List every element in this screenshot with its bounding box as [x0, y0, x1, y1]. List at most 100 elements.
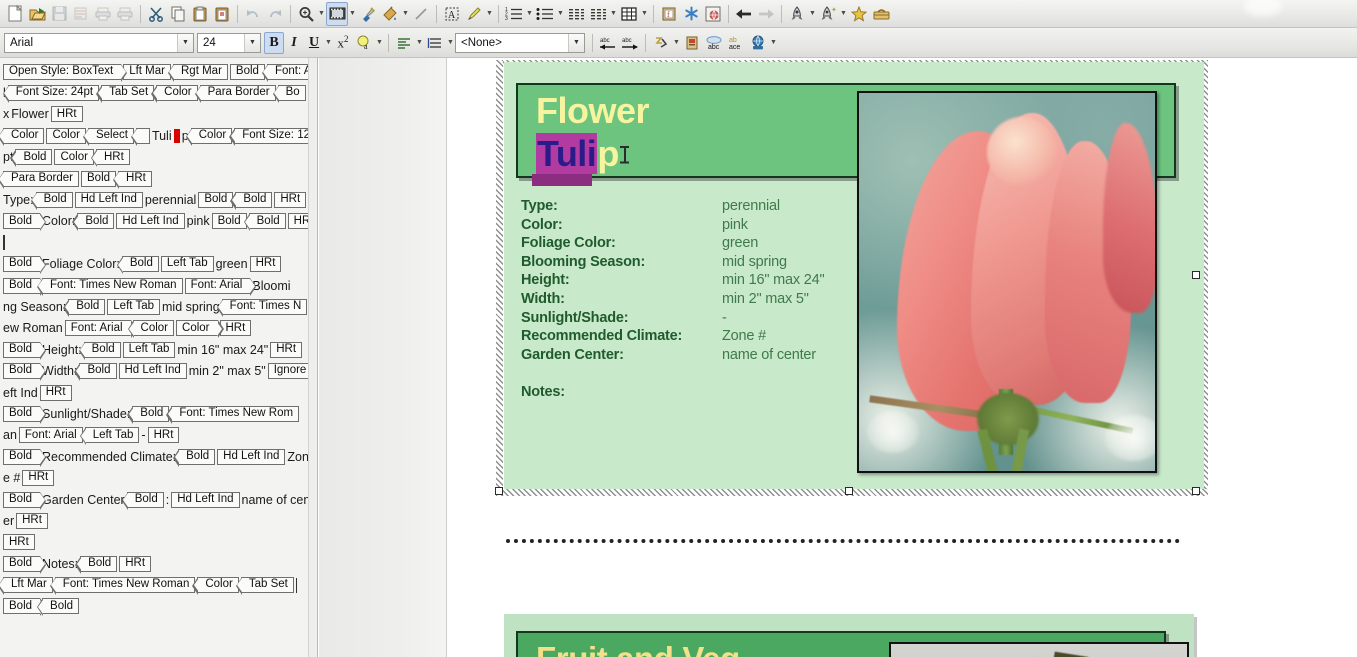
reveal-codes-line[interactable]: Bold Foliage Color: Bold Left Tab green HRt: [0, 254, 317, 275]
reveal-codes-line[interactable]: er HRt: [0, 510, 317, 531]
reveal-code-chip[interactable]: HRt: [147, 427, 180, 444]
reveal-codes-line[interactable]: ng Season: Bold Left Tab mid spring Font: Ti…: [0, 296, 317, 317]
reveal-code-chip[interactable]: HRt: [249, 256, 282, 273]
paste-icon[interactable]: [189, 2, 211, 26]
reveal-code-chip[interactable]: Bold: [74, 363, 117, 382]
reveal-code-chip[interactable]: Font: Times New Roman: [37, 277, 183, 296]
reveal-code-chip[interactable]: Bold: [173, 448, 216, 467]
numbered-list-icon[interactable]: 123: [503, 2, 525, 26]
reveal-code-chip[interactable]: Bold: [3, 448, 47, 467]
reveal-code-chip[interactable]: Open Style: BoxText: [3, 63, 128, 82]
reveal-codes-line[interactable]: lFont Size: 24ptTab SetColorPara BorderB…: [0, 82, 317, 104]
spell-check-icon[interactable]: abc: [703, 31, 725, 55]
selection-handle-bottom-left[interactable]: [495, 487, 503, 495]
reveal-code-chip[interactable]: Color: [185, 127, 233, 146]
reveal-code-chip[interactable]: Bold: [198, 192, 234, 209]
underline-button[interactable]: U: [304, 32, 324, 54]
reveal-codes-line[interactable]: e # HRt: [0, 467, 317, 488]
redo-icon[interactable]: [264, 2, 286, 26]
reveal-code-chip[interactable]: Bold: [3, 277, 47, 296]
reveal-code-chip[interactable]: Para Border: [0, 170, 80, 189]
reveal-code-chip[interactable]: Font: Times N: [216, 298, 308, 317]
highlighter-pen-icon[interactable]: [463, 2, 485, 26]
asterisk-icon[interactable]: [680, 2, 702, 26]
reveal-code-chip[interactable]: HRt: [3, 534, 35, 551]
chevron-down-icon[interactable]: [324, 31, 333, 55]
selection-frame-left[interactable]: [496, 60, 503, 496]
internet-publish-icon[interactable]: [747, 31, 769, 55]
symbol-icon[interactable]: [650, 31, 672, 55]
reveal-codes-line[interactable]: Bold Garden Center Bold: Hd Left Ind name of…: [0, 489, 317, 510]
chevron-down-icon[interactable]: [808, 2, 817, 26]
reveal-code-chip[interactable]: HRt: [274, 192, 307, 209]
reveal-codes-line[interactable]: Bold Sunlight/Shade: Bold Font: Times New R…: [0, 403, 317, 424]
reveal-codes-line[interactable]: [0, 232, 317, 253]
reveal-code-chip[interactable]: Bold: [243, 213, 286, 232]
reveal-code-chip[interactable]: Color: [46, 127, 86, 144]
document-area[interactable]: Flower Tulip Type: perennial Color: pink Fol…: [448, 58, 1357, 657]
reveal-code-chip[interactable]: Para Border: [194, 85, 276, 104]
reveal-code-chip[interactable]: Bold: [10, 149, 53, 168]
reveal-code-chip[interactable]: Bold: [30, 192, 73, 211]
reveal-code-chip[interactable]: Color: [176, 320, 224, 339]
reveal-code-chip[interactable]: Bold: [229, 63, 265, 80]
reveal-code-chip[interactable]: Hd Left Ind: [118, 363, 187, 380]
reveal-code-chip[interactable]: Left Tab: [160, 256, 214, 273]
chevron-down-icon[interactable]: [640, 2, 649, 26]
reveal-code-chip[interactable]: HRt: [22, 470, 55, 487]
reveal-code-chip[interactable]: HRt: [39, 384, 72, 401]
selection-handle-bottom-right[interactable]: [1192, 487, 1200, 495]
open-folder-icon[interactable]: [26, 2, 48, 26]
reveal-codes-line[interactable]: Bold Bold: [0, 596, 317, 617]
grammar-icon[interactable]: ab ace: [725, 31, 747, 55]
toolbox-icon[interactable]: [870, 2, 892, 26]
justify-icon[interactable]: [393, 31, 415, 55]
reveal-code-chip[interactable]: Left Tab: [107, 298, 160, 315]
indent-left-icon[interactable]: abc: [597, 31, 619, 55]
chevron-down-icon[interactable]: [568, 33, 584, 52]
reveal-code-chip[interactable]: Bold: [121, 491, 164, 510]
reveal-code-chip[interactable]: Bo: [272, 85, 306, 104]
print-icon[interactable]: [92, 2, 114, 26]
reveal-code-chip[interactable]: Bold: [3, 555, 47, 574]
reveal-code-chip[interactable]: HRt: [50, 106, 83, 123]
indent-right-icon[interactable]: abc: [619, 31, 641, 55]
reveal-code-chip[interactable]: HRt: [90, 149, 130, 168]
chevron-down-icon[interactable]: [317, 2, 326, 26]
reveal-code-chip[interactable]: Color: [0, 127, 45, 146]
fruit-and-veg-header[interactable]: Fruit and Veg: [516, 631, 1189, 657]
line-spacing-icon[interactable]: [424, 31, 446, 55]
print-preview-icon[interactable]: [70, 2, 92, 26]
reveal-code-chip[interactable]: Font: Arial: [18, 427, 83, 444]
reveal-code-chip[interactable]: Bold: [116, 256, 159, 275]
reveal-codes-line[interactable]: Bold Notes: Bold HRt: [0, 553, 317, 574]
line-draw-icon[interactable]: [410, 2, 432, 26]
reveal-code-chip[interactable]: Bold: [127, 405, 170, 424]
reveal-code-chip[interactable]: Font Size: 12: [229, 127, 316, 146]
selection-handle-bottom-center[interactable]: [845, 487, 853, 495]
chevron-down-icon[interactable]: [415, 31, 424, 55]
new-document-icon[interactable]: [4, 2, 26, 26]
bulleted-list-icon[interactable]: [534, 2, 556, 26]
reveal-codes-line[interactable]: ColorColorSelectTulipColorFont Size: 12: [0, 125, 317, 146]
reveal-code-chip[interactable]: Font: Times New Rom: [166, 405, 300, 424]
highlight-color-icon[interactable]: a: [353, 31, 375, 55]
reveal-code-chip[interactable]: Bold: [3, 256, 47, 275]
reveal-code-chip[interactable]: Left Tab: [122, 341, 176, 358]
chevron-down-icon[interactable]: [375, 31, 384, 55]
reveal-code-chip[interactable]: Bold: [230, 192, 273, 211]
bold-button[interactable]: B: [264, 31, 284, 54]
reveal-code-chip[interactable]: HRt: [270, 341, 303, 358]
chevron-down-icon[interactable]: [556, 2, 565, 26]
reveal-codes-line[interactable]: eft Ind HRt: [0, 382, 317, 403]
reveal-code-chip[interactable]: Font: Arial: [64, 320, 137, 339]
print-two-icon[interactable]: [114, 2, 136, 26]
reveal-code-chip[interactable]: Bold: [78, 341, 121, 360]
reveal-code-chip[interactable]: HRt: [119, 555, 152, 572]
reveal-code-chip[interactable]: Bold: [63, 298, 106, 317]
reveal-codes-line[interactable]: Bold Color: Bold Hd Left Ind pink Bold Bold HRt: [0, 211, 317, 232]
chevron-down-icon[interactable]: [525, 2, 534, 26]
reveal-code-chip[interactable]: Lft Mar: [0, 577, 53, 596]
reveal-code-chip[interactable]: Hd Left Ind: [217, 448, 286, 465]
reveal-codes-line[interactable]: Bold Height: Bold Left Tab min 16" max 24" HR…: [0, 339, 317, 360]
